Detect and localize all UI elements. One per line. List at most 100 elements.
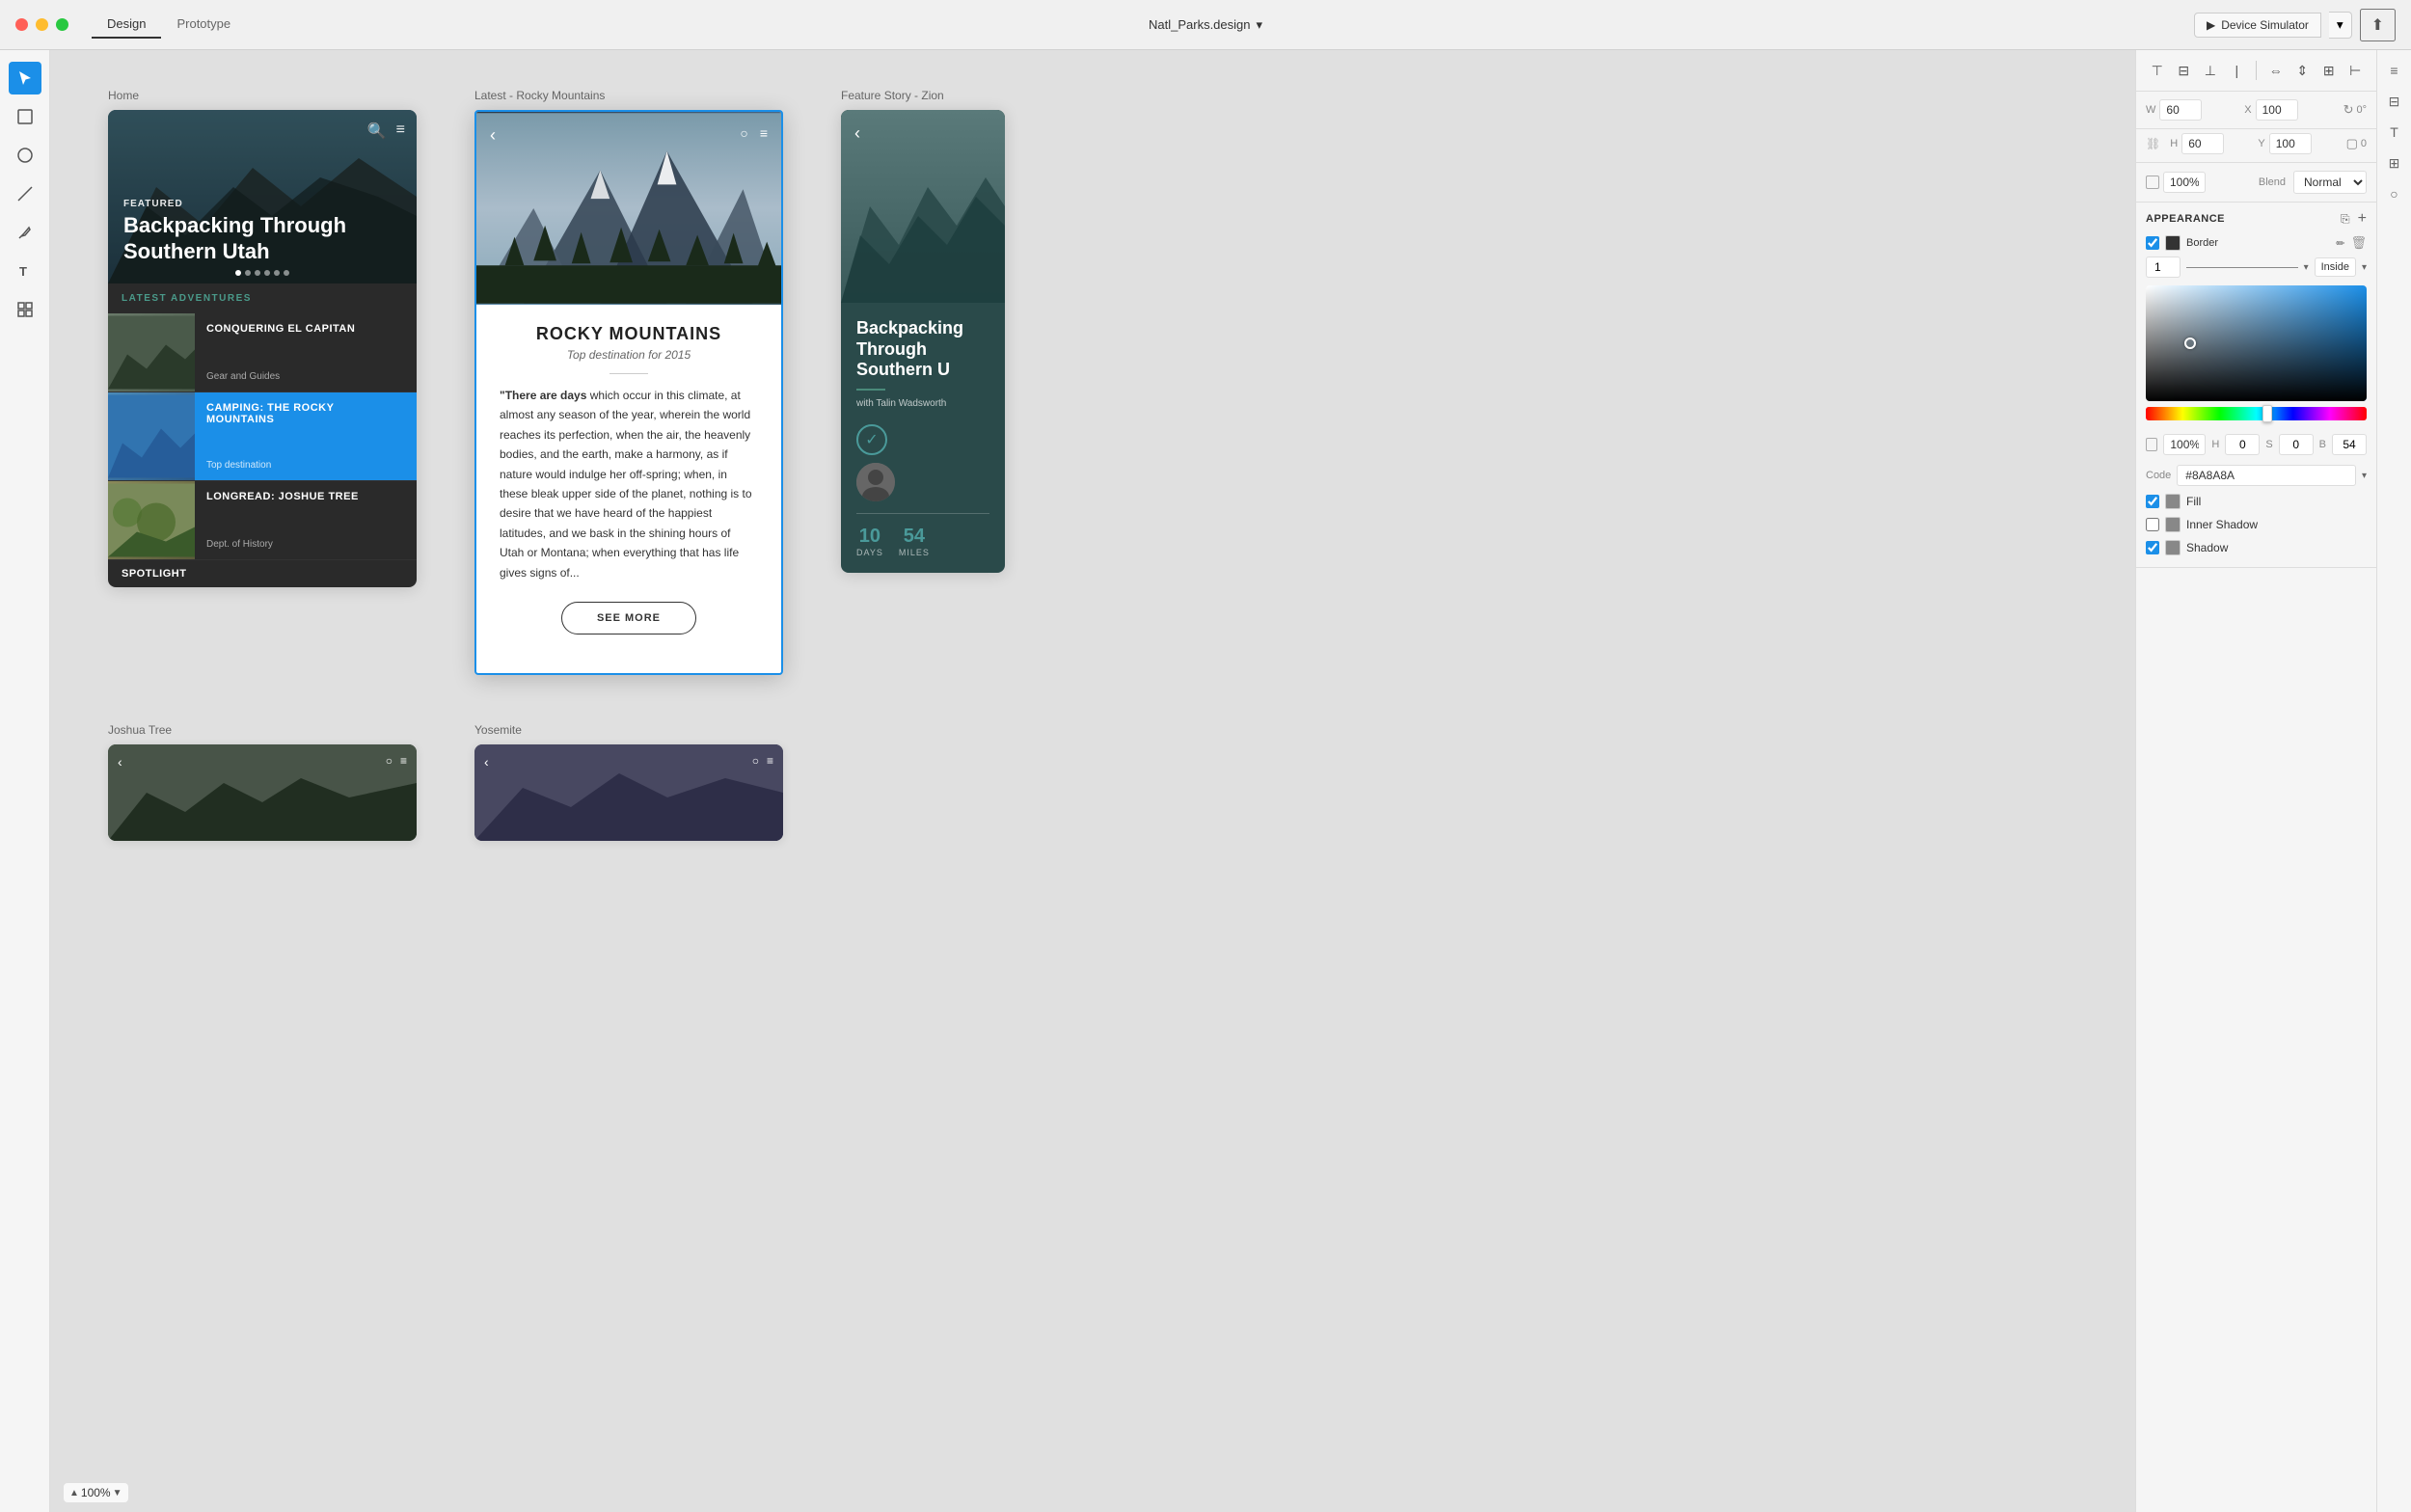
hex-arrow-icon: ▾ [2362,471,2367,481]
align-top-icon[interactable]: ⊤ [2146,58,2169,83]
dim-x-group: X [2244,99,2337,121]
layers-icon[interactable]: ≡ [2382,58,2407,83]
blend-select[interactable]: Normal Multiply Screen Overlay [2293,171,2367,194]
phone2-search-icon[interactable]: ○ [740,125,747,141]
phone2-back-icon[interactable]: ‹ [490,125,496,146]
bottom-search-icon-joshua[interactable]: ○ [386,754,393,768]
text-tool[interactable]: T [9,255,41,287]
bottom-back-icon-joshua[interactable]: ‹ [118,754,122,770]
color-handle[interactable] [2184,338,2196,349]
list-item-2[interactable]: CAMPING: THE ROCKY MOUNTAINS Top destina… [108,392,417,481]
dot-6[interactable] [284,270,289,276]
shadow-checkbox[interactable] [2146,541,2159,554]
bottom-menu-icon-joshua[interactable]: ≡ [400,754,407,768]
phone3-back-icon[interactable]: ‹ [854,123,860,144]
fill-checkbox[interactable] [2146,495,2159,508]
bottom-back-icon-yosemite[interactable]: ‹ [484,754,489,770]
search-icon[interactable]: 🔍 [367,122,387,141]
bottom-menu-icon-yosemite[interactable]: ≡ [767,754,773,768]
h-color-input[interactable] [2225,434,2260,455]
border-position-select[interactable]: Inside [2315,257,2356,277]
see-more-button[interactable]: SEE MORE [561,602,696,634]
rectangle-tool[interactable] [9,100,41,133]
add-appearance-button[interactable]: + [2358,210,2367,228]
dist-equal-icon[interactable]: ⊞ [2317,58,2341,83]
border-width-input[interactable] [2146,256,2181,278]
menu-icon[interactable]: ≡ [396,122,405,141]
b-color-input[interactable] [2332,434,2367,455]
cursor-tool[interactable] [9,62,41,94]
export-button[interactable]: ⬆ [2360,9,2396,41]
dist-h-icon[interactable]: ⇔ [2264,58,2288,83]
align-right-icon[interactable]: ⊢ [2344,58,2368,83]
inner-shadow-checkbox[interactable] [2146,518,2159,531]
copy-icon[interactable]: ⎘ [2341,212,2350,227]
circle-icon[interactable]: ○ [2382,181,2407,206]
phone3-stats: 10 DAYS 54 MILES [856,513,989,557]
align-middle-h-icon[interactable]: ⊟ [2173,58,2196,83]
chevron-down-icon[interactable]: ▾ [1256,17,1262,33]
far-right-toolbar: ≡ ⊟ T ⊞ ○ [2376,50,2411,1512]
dot-2[interactable] [245,270,251,276]
dot-3[interactable] [255,270,260,276]
phone3-hero: ‹ [841,110,1005,303]
h-input[interactable] [2181,133,2224,154]
fill-swatch[interactable] [2165,494,2181,509]
hex-input[interactable] [2177,465,2356,486]
hue-bar[interactable] [2146,407,2367,420]
opacity-percent[interactable] [2163,434,2206,455]
circle-tool[interactable] [9,139,41,172]
mode-tabs: Design Prototype [92,11,246,39]
delete-border-icon[interactable]: 🗑 [2350,235,2367,251]
zoom-down-button[interactable]: ▼ [113,1488,122,1498]
align-left-icon[interactable]: | [2226,58,2249,83]
x-input[interactable] [2256,99,2298,121]
tab-prototype[interactable]: Prototype [161,11,246,39]
maximize-button[interactable] [56,18,68,31]
filters-icon[interactable]: ⊟ [2382,89,2407,114]
inner-shadow-swatch[interactable] [2165,517,2181,532]
toolbar-separator [2256,61,2257,80]
device-sim-dropdown[interactable]: ▾ [2329,12,2352,39]
align-bottom-icon[interactable]: ⊥ [2199,58,2222,83]
border-swatch[interactable] [2165,235,2181,251]
fill-row: Fill [2146,490,2367,513]
phone2-menu-icon[interactable]: ≡ [760,125,768,141]
opacity-input[interactable] [2163,172,2206,193]
color-gradient[interactable] [2146,285,2367,401]
chain-icon: ⛓ [2146,137,2160,150]
list-item-3[interactable]: LONGREAD: JOSHUE TREE Dept. of History [108,481,417,560]
s-color-input[interactable] [2279,434,2314,455]
zoom-up-button[interactable]: ▲ [69,1488,79,1498]
component-tool[interactable] [9,293,41,326]
dot-5[interactable] [274,270,280,276]
tab-design[interactable]: Design [92,11,161,39]
dot-1[interactable] [235,270,241,276]
play-icon: ▶ [2207,18,2215,32]
shadow-swatch[interactable] [2165,540,2181,555]
phone-label-zion: Feature Story - Zion [841,89,1005,102]
hero-content: FEATURED Backpacking Through Southern Ut… [123,199,417,264]
bottom-search-icon-yosemite[interactable]: ○ [752,754,759,768]
image-icon[interactable]: ⊞ [2382,150,2407,176]
inner-shadow-label: Inner Shadow [2186,518,2258,531]
hue-handle[interactable] [2262,405,2272,422]
line-tool[interactable] [9,177,41,210]
dist-v-icon[interactable]: ⇕ [2290,58,2314,83]
edit-border-icon[interactable]: ✏ [2336,237,2344,250]
border-checkbox[interactable] [2146,236,2159,250]
text-icon[interactable]: T [2382,120,2407,145]
rotate-icon: ↻ [2343,102,2354,118]
w-input[interactable] [2159,99,2202,121]
list-item-1[interactable]: CONQUERING EL CAPITAN Gear and Guides [108,313,417,392]
dot-4[interactable] [264,270,270,276]
minimize-button[interactable] [36,18,48,31]
corners-value: 0 [2361,138,2367,149]
list-title-1: CONQUERING EL CAPITAN [206,323,405,335]
close-button[interactable] [15,18,28,31]
pen-tool[interactable] [9,216,41,249]
phone3-content: Backpacking Through Southern U with Tali… [841,303,1005,573]
device-simulator-button[interactable]: ▶ Device Simulator [2194,13,2321,38]
hex-row: Code ▾ [2146,461,2367,490]
y-input[interactable] [2269,133,2312,154]
